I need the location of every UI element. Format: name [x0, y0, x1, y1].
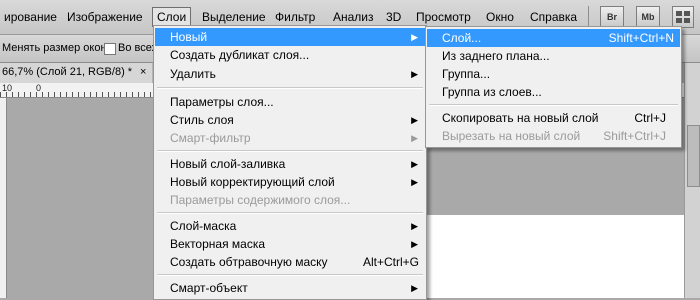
- shortcut-label: Ctrl+J: [634, 111, 666, 125]
- menu-select[interactable]: Выделение: [198, 8, 270, 26]
- submenu-arrow-icon: ▶: [411, 32, 418, 42]
- layers-menu: Новый ▶ Создать дубликат слоя... Удалить…: [153, 25, 427, 300]
- menu-item-layer-content-options[interactable]: Параметры содержимого слоя...: [155, 191, 425, 209]
- menu-item-layer-properties[interactable]: Параметры слоя...: [155, 93, 425, 111]
- menu-image[interactable]: Изображение: [63, 8, 147, 26]
- submenu-arrow-icon: ▶: [411, 283, 418, 293]
- grid-icon: [676, 11, 690, 23]
- menu-edit[interactable]: ирование: [0, 8, 61, 26]
- menu-item-delete[interactable]: Удалить ▶: [155, 65, 425, 83]
- bridge-button[interactable]: Br: [600, 6, 624, 28]
- menu-item-smart-object[interactable]: Смарт-объект ▶: [155, 279, 425, 297]
- submenu-arrow-icon: ▶: [411, 115, 418, 125]
- all-windows-checkbox[interactable]: [104, 43, 116, 55]
- menu-item-layer-via-copy[interactable]: Скопировать на новый слой Ctrl+J: [427, 109, 680, 127]
- submenu-arrow-icon: ▶: [411, 239, 418, 249]
- close-icon[interactable]: ×: [140, 66, 146, 78]
- menu-item-layer-style[interactable]: Стиль слоя ▶: [155, 111, 425, 129]
- menu-separator: [429, 104, 678, 106]
- menu-layers[interactable]: Слои: [152, 7, 192, 27]
- menu-item-new[interactable]: Новый ▶: [155, 28, 425, 46]
- menu-item-new-layer[interactable]: Слой... Shift+Ctrl+N: [427, 29, 680, 47]
- menu-view[interactable]: Просмотр: [412, 8, 475, 26]
- resize-windows-label: Менять размер окон: [2, 42, 107, 54]
- shortcut-label: Alt+Ctrl+G: [362, 255, 419, 269]
- document-canvas[interactable]: [426, 215, 684, 298]
- scrollbar-thumb[interactable]: [687, 125, 700, 187]
- submenu-arrow-icon: ▶: [411, 177, 418, 187]
- submenu-arrow-icon: ▶: [411, 221, 418, 231]
- menu-item-vector-mask[interactable]: Векторная маска ▶: [155, 235, 425, 253]
- menu-item-layer-via-cut[interactable]: Вырезать на новый слой Shift+Ctrl+J: [427, 127, 680, 145]
- menu-filter[interactable]: Фильтр: [271, 8, 319, 26]
- submenu-arrow-icon: ▶: [411, 133, 418, 143]
- new-submenu: Слой... Shift+Ctrl+N Из заднего плана...…: [425, 26, 682, 148]
- menu-separator: [157, 87, 423, 89]
- submenu-arrow-icon: ▶: [411, 159, 418, 169]
- document-tab[interactable]: 66,7% (Слой 21, RGB/8) * ×: [0, 63, 153, 83]
- submenu-arrow-icon: ▶: [411, 69, 418, 79]
- menu-item-layer-mask[interactable]: Слой-маска ▶: [155, 217, 425, 235]
- arrange-documents-button[interactable]: [672, 6, 694, 28]
- menu-analysis[interactable]: Анализ: [329, 8, 378, 26]
- ruler-number: 10: [2, 83, 13, 93]
- menubar-divider: [588, 6, 589, 28]
- menu-separator: [157, 150, 423, 152]
- vertical-ruler: [0, 98, 7, 298]
- vertical-scrollbar[interactable]: [684, 63, 700, 298]
- menu-item-new-fill-layer[interactable]: Новый слой-заливка ▶: [155, 155, 425, 173]
- menu-separator: [157, 274, 423, 276]
- menu-help[interactable]: Справка: [526, 8, 581, 26]
- all-windows-label: Во всех: [118, 42, 158, 54]
- menu-3d[interactable]: 3D: [382, 8, 405, 26]
- menu-window[interactable]: Окно: [482, 8, 518, 26]
- menu-item-smart-filter[interactable]: Смарт-фильтр ▶: [155, 129, 425, 147]
- ruler-number: 0: [36, 83, 42, 93]
- menu-item-new-adjustment-layer[interactable]: Новый корректирующий слой ▶: [155, 173, 425, 191]
- menu-item-group[interactable]: Группа...: [427, 65, 680, 83]
- menu-item-duplicate-layer[interactable]: Создать дубликат слоя...: [155, 46, 425, 64]
- menu-item-create-clipping-mask[interactable]: Создать обтравочную маску Alt+Ctrl+G: [155, 253, 425, 271]
- document-tab-title: 66,7% (Слой 21, RGB/8) *: [2, 66, 133, 78]
- menu-item-group-from-layers[interactable]: Группа из слоев...: [427, 83, 680, 101]
- menu-separator: [157, 212, 423, 214]
- shortcut-label: Shift+Ctrl+J: [603, 129, 666, 143]
- mini-bridge-button[interactable]: Mb: [636, 6, 660, 28]
- shortcut-label: Shift+Ctrl+N: [608, 31, 674, 45]
- menu-item-layer-from-background[interactable]: Из заднего плана...: [427, 47, 680, 65]
